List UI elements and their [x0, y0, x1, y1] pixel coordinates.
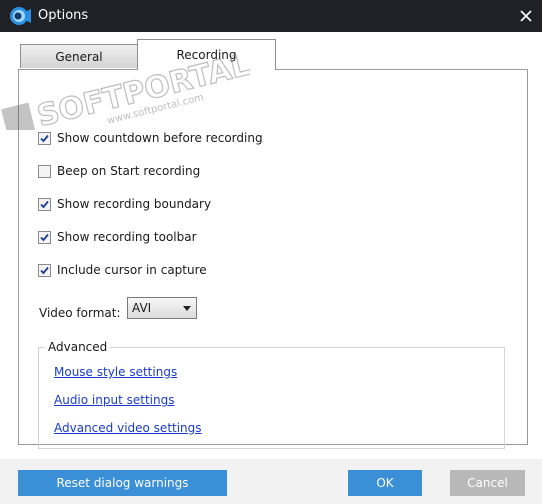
- dialog-footer: Reset dialog warnings OK Cancel: [0, 459, 542, 504]
- chevron-down-icon: [183, 306, 191, 311]
- option-label: Include cursor in capture: [57, 263, 207, 277]
- camera-app-icon: [9, 6, 31, 26]
- dialog-content: General Recording Show countdown before …: [0, 32, 542, 504]
- checkbox[interactable]: [38, 131, 51, 145]
- checkbox[interactable]: [38, 197, 51, 211]
- tab-general[interactable]: General: [20, 44, 138, 68]
- checkmark-icon: [40, 200, 49, 208]
- checkmark-icon: [40, 134, 49, 142]
- recording-panel: Show countdown before recording Beep on …: [18, 69, 528, 449]
- tab-general-label: General: [55, 49, 103, 64]
- cancel-button-label: Cancel: [467, 476, 508, 490]
- checkmark-icon: [40, 266, 49, 274]
- advanced-group-title: Advanced: [45, 340, 111, 354]
- ok-button-label: OK: [376, 476, 394, 490]
- option-show-boundary[interactable]: Show recording boundary: [38, 196, 211, 212]
- video-format-value: AVI: [132, 301, 152, 315]
- option-label: Show recording toolbar: [57, 230, 197, 244]
- tab-recording-label: Recording: [176, 48, 237, 62]
- window-title: Options: [38, 8, 89, 23]
- ok-button[interactable]: OK: [348, 470, 422, 496]
- audio-input-settings-link[interactable]: Audio input settings: [54, 393, 174, 407]
- advanced-video-settings-link[interactable]: Advanced video settings: [54, 421, 202, 435]
- checkbox[interactable]: [38, 263, 51, 277]
- option-label: Beep on Start recording: [57, 164, 201, 178]
- reset-dialog-warnings-button[interactable]: Reset dialog warnings: [18, 470, 227, 496]
- tab-recording[interactable]: Recording: [137, 39, 276, 70]
- advanced-group: Advanced Mouse style settings Audio inpu…: [38, 340, 505, 449]
- video-format-label: Video format:: [39, 306, 121, 320]
- option-label: Show recording boundary: [57, 197, 212, 211]
- option-label: Show countdown before recording: [57, 131, 263, 145]
- close-button[interactable]: [510, 0, 542, 32]
- checkmark-icon: [40, 233, 49, 241]
- title-bar: Options: [0, 0, 542, 32]
- checkbox[interactable]: [38, 230, 51, 244]
- close-icon: [520, 10, 532, 22]
- reset-button-label: Reset dialog warnings: [56, 476, 189, 490]
- mouse-style-settings-link[interactable]: Mouse style settings: [54, 365, 177, 379]
- option-show-toolbar[interactable]: Show recording toolbar: [38, 229, 197, 245]
- video-format-select[interactable]: AVI: [127, 297, 197, 319]
- option-show-countdown[interactable]: Show countdown before recording: [38, 130, 263, 146]
- option-include-cursor[interactable]: Include cursor in capture: [38, 262, 207, 278]
- cancel-button[interactable]: Cancel: [450, 470, 525, 496]
- checkbox[interactable]: [38, 164, 51, 178]
- option-beep-on-start[interactable]: Beep on Start recording: [38, 163, 200, 179]
